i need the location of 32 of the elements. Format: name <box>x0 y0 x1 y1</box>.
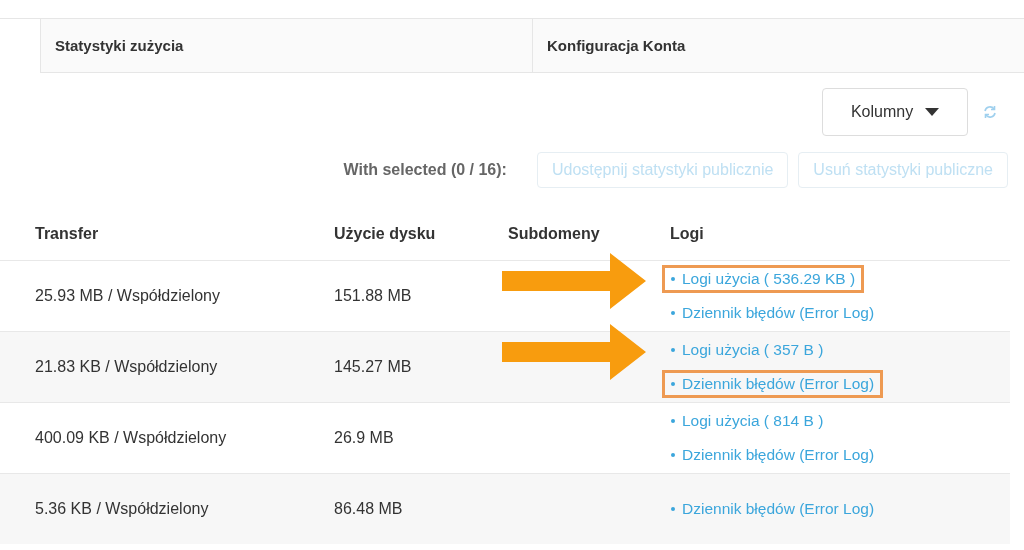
log-link[interactable]: Dziennik błędów (Error Log) <box>662 370 884 398</box>
log-link[interactable]: Dziennik błędów (Error Log) <box>662 495 884 523</box>
bullet-icon <box>671 348 675 352</box>
bullet-icon <box>671 277 675 281</box>
bullet-icon <box>671 507 675 511</box>
table-cell: 25.93 MB / Współdzielony <box>35 287 220 305</box>
log-link[interactable]: Logi użycia ( 814 B ) <box>662 407 833 435</box>
bullet-icon <box>671 311 675 315</box>
table-cell: 26.9 MB <box>334 429 394 447</box>
column-header: Subdomeny <box>508 225 600 243</box>
caret-icon <box>925 108 940 116</box>
tab[interactable]: Konfiguracja Konta <box>532 19 1024 73</box>
column-header: Logi <box>670 225 704 243</box>
bullet-icon <box>671 453 675 457</box>
log-link[interactable]: Dziennik błędów (Error Log) <box>662 441 884 469</box>
log-link[interactable]: Logi użycia ( 536.29 KB ) <box>662 265 865 293</box>
bullet-icon <box>671 419 675 423</box>
table-cell: 400.09 KB / Współdzielony <box>35 429 227 447</box>
tab[interactable]: Statystyki zużycia <box>40 19 532 73</box>
column-header: Transfer <box>35 225 99 243</box>
table-cell: 145.27 MB <box>334 358 412 376</box>
table-cell: 21.83 KB / Współdzielony <box>35 358 218 376</box>
refresh-icon[interactable] <box>982 104 998 120</box>
columns-dropdown[interactable]: Kolumny <box>822 88 968 136</box>
column-header: Użycie dysku <box>334 225 436 243</box>
selection-count: With selected (0 / 16): <box>343 161 507 179</box>
table-cell: 151.88 MB <box>334 287 412 305</box>
log-link[interactable]: Logi użycia ( 357 B ) <box>662 336 833 364</box>
table-cell: 86.48 MB <box>334 500 403 518</box>
log-link[interactable]: Dziennik błędów (Error Log) <box>662 299 884 327</box>
bullet-icon <box>671 382 675 386</box>
table-cell: 5.36 KB / Współdzielony <box>35 500 209 518</box>
